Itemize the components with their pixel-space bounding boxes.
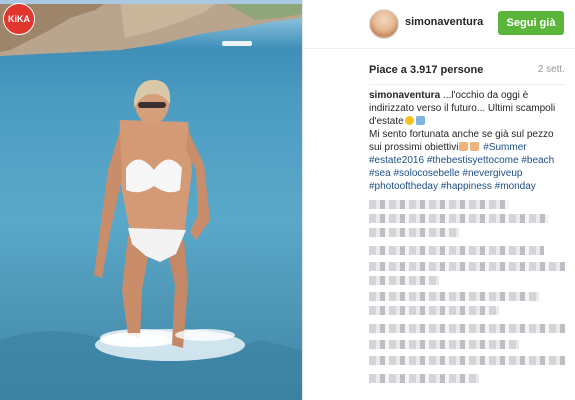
likes-row: Piace a 3.917 persone 2 sett. — [369, 64, 565, 78]
muscle-emoji-icon — [459, 142, 469, 151]
hashtag-link[interactable]: #Summer — [483, 142, 526, 153]
hashtag-link[interactable]: #monday — [495, 181, 536, 192]
hashtag-link[interactable]: #solocosebelle — [393, 168, 459, 179]
post-time[interactable]: 2 sett. — [538, 64, 565, 75]
follow-button[interactable]: Segui già — [498, 11, 564, 35]
avatar[interactable] — [369, 9, 399, 39]
hashtag-link[interactable]: #photooftheday — [369, 181, 438, 192]
blurred-comment — [369, 356, 565, 365]
hashtag-link[interactable]: #happiness — [441, 181, 492, 192]
hashtag-link[interactable]: #thebestisyettocome — [427, 155, 519, 166]
post-photo[interactable]: KiKA — [0, 0, 302, 400]
hashtag-link[interactable]: #sea — [369, 168, 391, 179]
divider — [369, 84, 565, 85]
blurred-comment — [369, 374, 479, 383]
kika-watermark-logo: KiKA — [3, 3, 35, 35]
post-caption: simonaventura ...l'occhio da oggi è indi… — [369, 89, 569, 193]
likes-count[interactable]: Piace a 3.917 persone — [369, 64, 483, 76]
blurred-comment — [369, 246, 544, 255]
blurred-comment — [369, 200, 509, 209]
post-sidebar: simonaventura Segui già Piace a 3.917 pe… — [303, 0, 575, 400]
blurred-comment — [369, 292, 539, 301]
caption-username[interactable]: simonaventura — [369, 90, 440, 101]
blurred-comment — [369, 276, 439, 285]
hashtag-link[interactable]: #nevergiveup — [462, 168, 522, 179]
blurred-comment — [369, 228, 459, 237]
username-link[interactable]: simonaventura — [405, 16, 483, 28]
blurred-comment — [369, 324, 565, 333]
blurred-comment — [369, 214, 549, 223]
hashtag-link[interactable]: #beach — [521, 155, 554, 166]
muscle-emoji-icon — [470, 142, 480, 151]
sun-emoji-icon — [404, 116, 414, 125]
beach-emoji-icon — [415, 116, 425, 125]
post-header: simonaventura Segui già — [303, 0, 575, 49]
blurred-comment — [369, 262, 565, 271]
blurred-comment — [369, 306, 499, 315]
beach-scene-image — [0, 0, 302, 400]
blurred-comment — [369, 340, 519, 349]
hashtag-link[interactable]: #estate2016 — [369, 155, 424, 166]
